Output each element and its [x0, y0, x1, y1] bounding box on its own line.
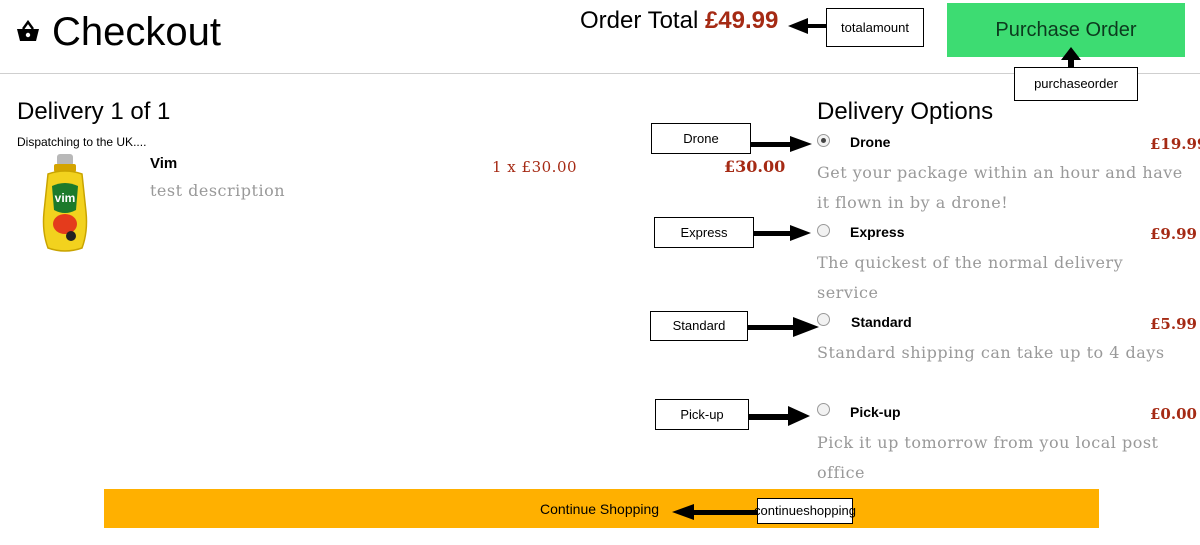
product-quantity-price: 1 x £30.00	[492, 158, 578, 176]
arrow-pickup-head	[788, 406, 810, 426]
annotation-totalamount: totalamount	[826, 8, 924, 47]
svg-text:vim: vim	[55, 191, 76, 205]
arrow-express-shaft	[754, 231, 792, 236]
purchase-order-button[interactable]: Purchase Order	[947, 3, 1185, 57]
annotation-purchaseorder: purchaseorder	[1014, 67, 1138, 101]
standard-option-label[interactable]: Standard	[851, 313, 912, 331]
basket-icon	[17, 20, 39, 41]
express-option-description: The quickest of the normal delivery serv…	[817, 253, 1124, 302]
annotation-pickup: Pick-up	[655, 399, 749, 430]
page-title: Checkout	[52, 10, 221, 54]
product-description: test description	[150, 181, 285, 200]
product-total: £30.00	[724, 157, 786, 176]
arrow-standard-head	[793, 317, 819, 337]
standard-radio[interactable]	[817, 313, 830, 326]
standard-option-price: £5.99	[1150, 315, 1197, 333]
continue-shopping-button[interactable]: Continue Shopping	[540, 500, 659, 518]
delivery-heading: Delivery 1 of 1	[17, 98, 171, 125]
arrow-express-head	[790, 225, 811, 241]
annotation-drone: Drone	[651, 123, 751, 154]
express-option-price: £9.99	[1150, 225, 1197, 243]
arrow-totalamount-head	[788, 18, 808, 34]
standard-option-description: Standard shipping can take up to 4 days	[817, 343, 1165, 362]
pickup-option-description: Pick it up tomorrow from you local post …	[817, 433, 1159, 482]
arrow-totalamount-shaft	[806, 24, 826, 28]
product-image: vim	[42, 154, 88, 252]
drone-option-description: Get your package within an hour and have…	[817, 163, 1183, 212]
drone-option-label[interactable]: Drone	[850, 133, 890, 151]
product-name: Vim	[150, 155, 178, 172]
pickup-option-label[interactable]: Pick-up	[850, 403, 901, 421]
delivery-options-heading: Delivery Options	[817, 98, 994, 125]
pickup-option-price: £0.00	[1150, 405, 1197, 423]
arrow-drone-shaft	[751, 142, 791, 147]
order-total: Order Total £49.99	[580, 6, 778, 36]
drone-option-price: £19.99	[1150, 135, 1200, 153]
annotation-standard: Standard	[650, 311, 748, 341]
arrow-drone-head	[790, 136, 812, 152]
drone-radio[interactable]	[817, 134, 830, 147]
annotation-continueshopping: continueshopping	[754, 498, 856, 524]
order-total-label: Order Total	[580, 7, 699, 34]
pickup-radio[interactable]	[817, 403, 830, 416]
arrow-pickup-shaft	[749, 414, 789, 420]
arrow-standard-shaft	[748, 325, 794, 330]
express-option-label[interactable]: Express	[850, 223, 904, 241]
annotation-express: Express	[654, 217, 754, 248]
express-radio[interactable]	[817, 224, 830, 237]
dispatch-text: Dispatching to the UK....	[17, 135, 147, 149]
order-total-amount: £49.99	[704, 7, 779, 34]
